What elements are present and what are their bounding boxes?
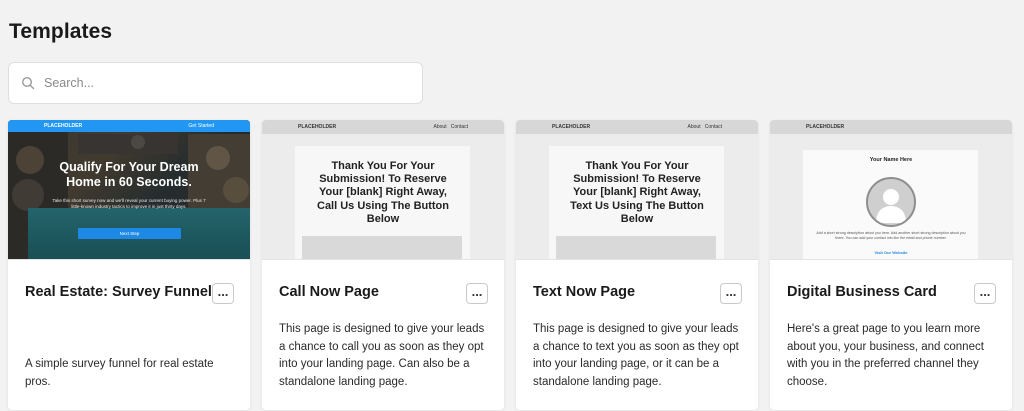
avatar-placeholder-icon — [866, 177, 916, 227]
card-title: Digital Business Card — [787, 284, 937, 300]
template-preview[interactable]: PLACEHOLDER About Contact Thank You For … — [262, 120, 504, 260]
card-title: Text Now Page — [533, 284, 636, 300]
card-title: Real Estate: Survey Funnel — [25, 284, 212, 300]
template-card-real-estate[interactable]: PLACEHOLDER Get Started Qualify For Your… — [8, 120, 250, 410]
template-preview[interactable]: PLACEHOLDER About Contact Thank You For … — [516, 120, 758, 260]
template-card-business-card[interactable]: PLACEHOLDER Your Name Here Add a short s… — [770, 120, 1012, 410]
preview-nav: About Contact — [433, 124, 468, 130]
template-card-text-now[interactable]: PLACEHOLDER About Contact Thank You For … — [516, 120, 758, 410]
preview-button: Next Step — [78, 228, 181, 239]
card-description: This page is designed to give your leads… — [533, 323, 739, 388]
card-description: A simple survey funnel for real estate p… — [25, 358, 214, 388]
card-description: Here's a great page to you learn more ab… — [787, 323, 984, 388]
preview-headline: Thank You For Your Submission! To Reserv… — [570, 160, 704, 225]
preview-logo: PLACEHOLDER — [44, 123, 83, 129]
preview-text: Add a short strong description about you… — [816, 231, 966, 240]
page-title: Templates — [9, 20, 113, 43]
preview-headline: Qualify For Your Dream Home in 60 Second… — [59, 160, 199, 189]
template-preview[interactable]: PLACEHOLDER Get Started Qualify For Your… — [8, 120, 250, 260]
more-options-button[interactable]: ... — [212, 283, 234, 304]
more-options-button[interactable]: ... — [466, 283, 488, 304]
search-input[interactable] — [44, 76, 384, 90]
preview-logo: PLACEHOLDER — [298, 124, 337, 130]
card-description: This page is designed to give your leads… — [279, 323, 485, 388]
preview-nav: About Contact — [687, 124, 722, 130]
preview-logo: PLACEHOLDER — [806, 124, 845, 130]
preview-subtext: Take this short survey now and we'll rev… — [52, 198, 206, 209]
preview-name: Your Name Here — [869, 157, 913, 163]
template-preview[interactable]: PLACEHOLDER Your Name Here Add a short s… — [770, 120, 1012, 260]
preview-headline: Thank You For Your Submission! To Reserv… — [317, 160, 449, 225]
card-title: Call Now Page — [279, 284, 379, 300]
template-card-call-now[interactable]: PLACEHOLDER About Contact Thank You For … — [262, 120, 504, 410]
search-icon — [21, 76, 35, 90]
preview-logo: PLACEHOLDER — [552, 124, 591, 130]
search-box[interactable] — [8, 62, 423, 104]
preview-link: Visit Our Website — [874, 250, 908, 255]
more-options-button[interactable]: ... — [720, 283, 742, 304]
templates-page: Templates Search... PLACEHOLDER Get Star… — [0, 0, 1024, 411]
more-options-button[interactable]: ... — [974, 283, 996, 304]
preview-nav-link: Get Started — [188, 123, 214, 129]
